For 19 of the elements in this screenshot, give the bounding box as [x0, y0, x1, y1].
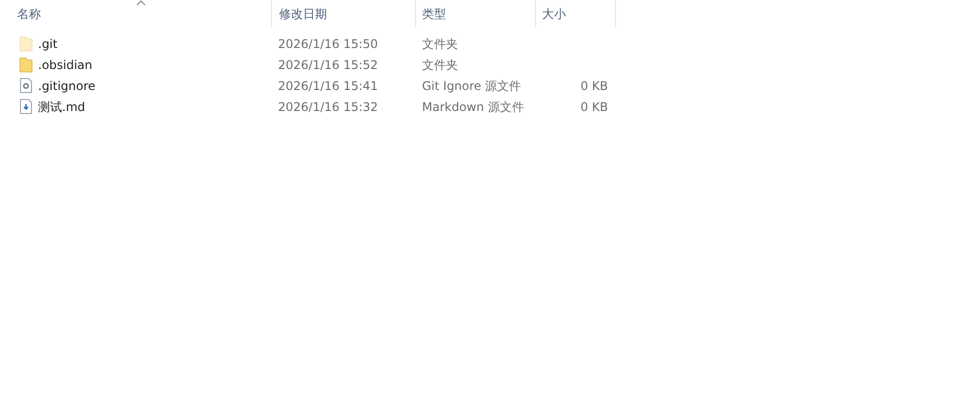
file-name[interactable]: 测试.md	[38, 98, 86, 116]
modified-date: 2026/1/16 15:52	[278, 58, 378, 72]
file-type: Markdown 源文件	[422, 100, 524, 114]
file-size: 0 KB	[580, 100, 608, 114]
column-header[interactable]: 修改日期	[279, 4, 327, 22]
modified-date: 2026/1/16 15:32	[278, 100, 378, 114]
column-header[interactable]: 大小	[542, 4, 566, 22]
file-name[interactable]: .obsidian	[38, 56, 92, 74]
column-header[interactable]: 类型	[422, 4, 446, 22]
file-type: 文件夹	[422, 36, 458, 50]
file-name[interactable]: .git	[38, 34, 58, 52]
column-header[interactable]: 名称	[17, 4, 41, 22]
file-type: Git Ignore 源文件	[422, 78, 522, 92]
modified-date: 2026/1/16 15:41	[278, 78, 378, 92]
modified-date: 2026/1/16 15:50	[278, 36, 378, 50]
file-name[interactable]: .gitignore	[38, 76, 96, 94]
file-type: 文件夹	[422, 58, 458, 72]
sort-caret-icon	[136, 0, 146, 6]
file-size: 0 KB	[580, 78, 608, 92]
